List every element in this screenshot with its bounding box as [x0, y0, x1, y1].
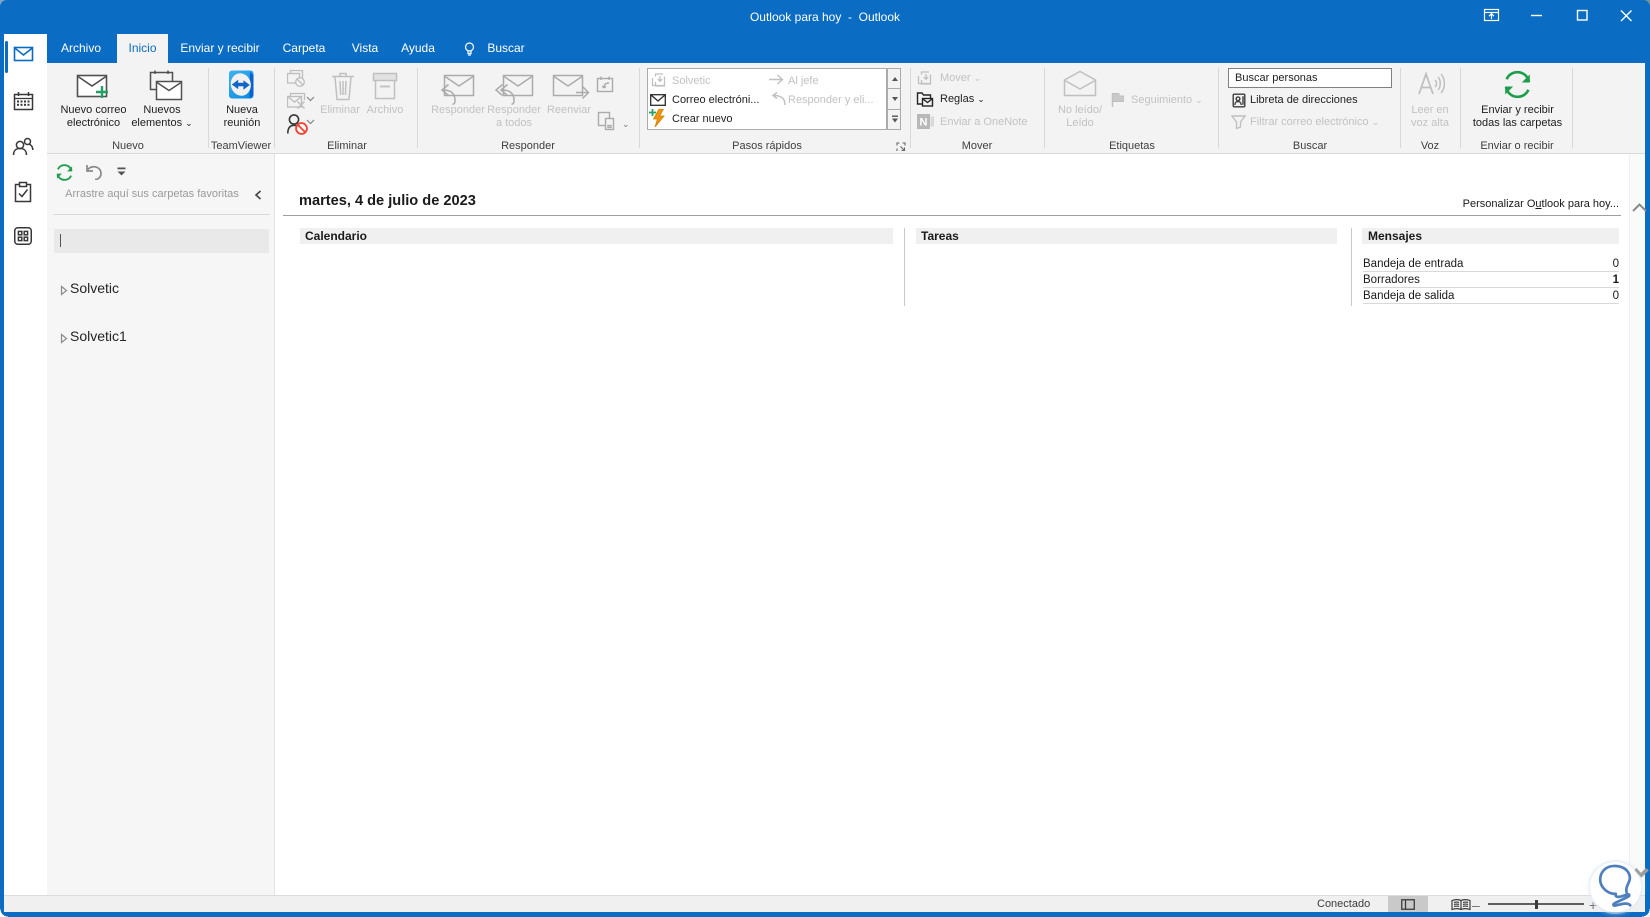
svg-text:N: N: [920, 117, 928, 129]
